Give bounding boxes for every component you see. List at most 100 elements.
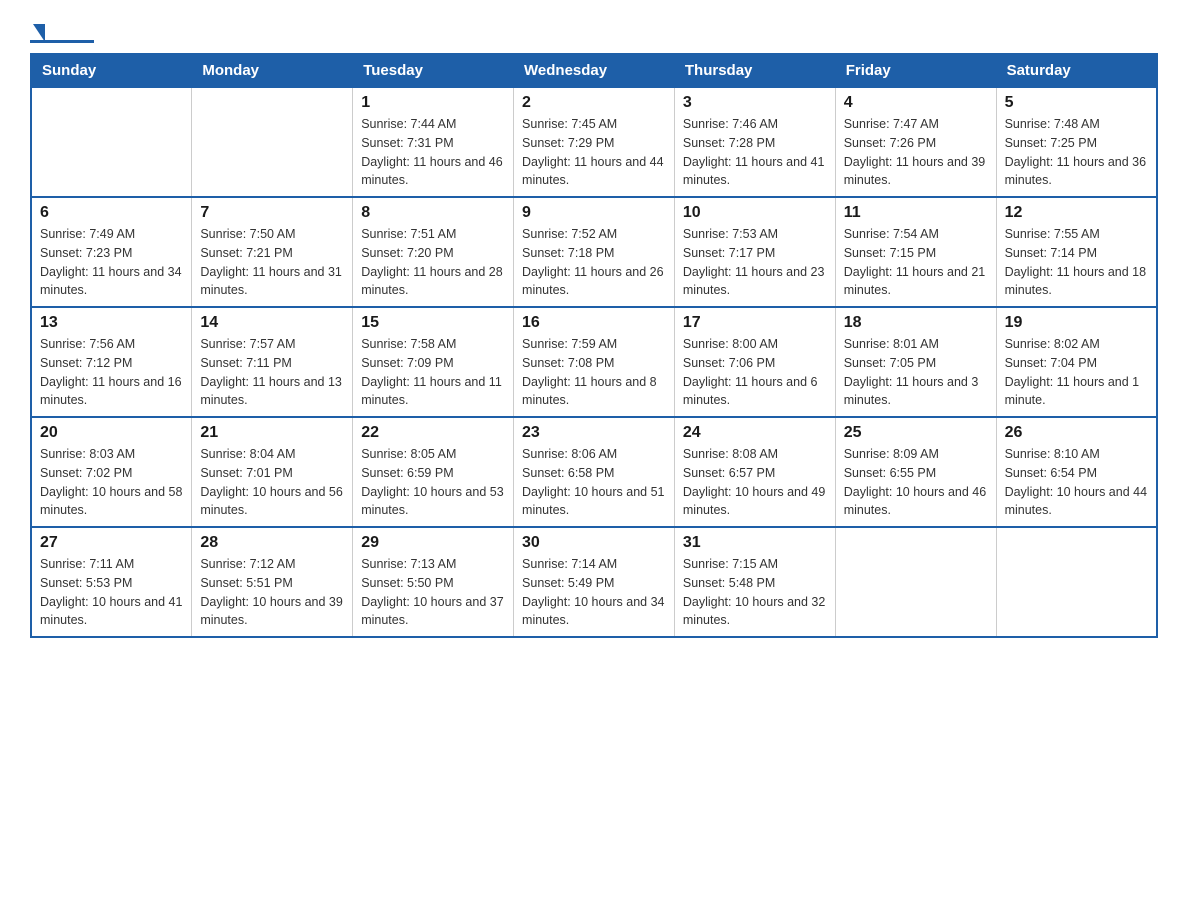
calendar-cell: 24 Sunrise: 8:08 AMSunset: 6:57 PMDayligh… <box>674 417 835 527</box>
day-info: Sunrise: 7:14 AMSunset: 5:49 PMDaylight:… <box>522 555 666 630</box>
day-number: 21 <box>200 424 344 442</box>
day-info: Sunrise: 7:57 AMSunset: 7:11 PMDaylight:… <box>200 335 344 410</box>
day-info: Sunrise: 7:44 AMSunset: 7:31 PMDaylight:… <box>361 115 505 190</box>
day-info: Sunrise: 7:55 AMSunset: 7:14 PMDaylight:… <box>1005 225 1148 300</box>
day-number: 25 <box>844 424 988 442</box>
day-info: Sunrise: 7:49 AMSunset: 7:23 PMDaylight:… <box>40 225 183 300</box>
logo <box>30 20 94 43</box>
day-info: Sunrise: 8:03 AMSunset: 7:02 PMDaylight:… <box>40 445 183 520</box>
day-info: Sunrise: 8:08 AMSunset: 6:57 PMDaylight:… <box>683 445 827 520</box>
day-info: Sunrise: 7:15 AMSunset: 5:48 PMDaylight:… <box>683 555 827 630</box>
calendar-cell: 10 Sunrise: 7:53 AMSunset: 7:17 PMDayligh… <box>674 197 835 307</box>
day-number: 3 <box>683 94 827 112</box>
calendar-cell: 11 Sunrise: 7:54 AMSunset: 7:15 PMDayligh… <box>835 197 996 307</box>
calendar-cell: 29 Sunrise: 7:13 AMSunset: 5:50 PMDayligh… <box>353 527 514 637</box>
day-info: Sunrise: 8:05 AMSunset: 6:59 PMDaylight:… <box>361 445 505 520</box>
day-info: Sunrise: 7:59 AMSunset: 7:08 PMDaylight:… <box>522 335 666 410</box>
page-header <box>30 20 1158 43</box>
day-info: Sunrise: 8:00 AMSunset: 7:06 PMDaylight:… <box>683 335 827 410</box>
calendar-cell: 30 Sunrise: 7:14 AMSunset: 5:49 PMDayligh… <box>514 527 675 637</box>
day-info: Sunrise: 7:54 AMSunset: 7:15 PMDaylight:… <box>844 225 988 300</box>
calendar-cell: 27 Sunrise: 7:11 AMSunset: 5:53 PMDayligh… <box>31 527 192 637</box>
calendar-header-thursday: Thursday <box>674 54 835 88</box>
calendar-cell: 9 Sunrise: 7:52 AMSunset: 7:18 PMDaylight… <box>514 197 675 307</box>
day-number: 29 <box>361 534 505 552</box>
calendar-week-row: 13 Sunrise: 7:56 AMSunset: 7:12 PMDayligh… <box>31 307 1157 417</box>
day-number: 17 <box>683 314 827 332</box>
calendar-cell: 4 Sunrise: 7:47 AMSunset: 7:26 PMDaylight… <box>835 88 996 198</box>
day-number: 16 <box>522 314 666 332</box>
day-info: Sunrise: 7:11 AMSunset: 5:53 PMDaylight:… <box>40 555 183 630</box>
day-info: Sunrise: 7:51 AMSunset: 7:20 PMDaylight:… <box>361 225 505 300</box>
calendar-week-row: 20 Sunrise: 8:03 AMSunset: 7:02 PMDayligh… <box>31 417 1157 527</box>
calendar-cell: 16 Sunrise: 7:59 AMSunset: 7:08 PMDayligh… <box>514 307 675 417</box>
day-number: 26 <box>1005 424 1148 442</box>
calendar-cell: 23Sunrise: 8:06 AMSunset: 6:58 PMDayligh… <box>514 417 675 527</box>
calendar-cell: 13 Sunrise: 7:56 AMSunset: 7:12 PMDayligh… <box>31 307 192 417</box>
day-number: 6 <box>40 204 183 222</box>
day-number: 24 <box>683 424 827 442</box>
calendar-cell: 26 Sunrise: 8:10 AMSunset: 6:54 PMDayligh… <box>996 417 1157 527</box>
day-number: 12 <box>1005 204 1148 222</box>
calendar-cell <box>31 88 192 198</box>
day-number: 4 <box>844 94 988 112</box>
calendar-header-wednesday: Wednesday <box>514 54 675 88</box>
calendar-cell: 17 Sunrise: 8:00 AMSunset: 7:06 PMDayligh… <box>674 307 835 417</box>
day-number: 30 <box>522 534 666 552</box>
day-info: Sunrise: 8:09 AMSunset: 6:55 PMDaylight:… <box>844 445 988 520</box>
day-number: 1 <box>361 94 505 112</box>
day-info: Sunrise: 7:13 AMSunset: 5:50 PMDaylight:… <box>361 555 505 630</box>
day-info: Sunrise: 8:10 AMSunset: 6:54 PMDaylight:… <box>1005 445 1148 520</box>
calendar-cell: 8 Sunrise: 7:51 AMSunset: 7:20 PMDaylight… <box>353 197 514 307</box>
day-number: 8 <box>361 204 505 222</box>
day-info: Sunrise: 7:58 AMSunset: 7:09 PMDaylight:… <box>361 335 505 410</box>
day-number: 10 <box>683 204 827 222</box>
day-number: 31 <box>683 534 827 552</box>
calendar-week-row: 27 Sunrise: 7:11 AMSunset: 5:53 PMDayligh… <box>31 527 1157 637</box>
day-number: 11 <box>844 204 988 222</box>
day-info: Sunrise: 8:01 AMSunset: 7:05 PMDaylight:… <box>844 335 988 410</box>
calendar-cell: 31 Sunrise: 7:15 AMSunset: 5:48 PMDayligh… <box>674 527 835 637</box>
calendar-cell: 3 Sunrise: 7:46 AMSunset: 7:28 PMDaylight… <box>674 88 835 198</box>
day-info: Sunrise: 7:47 AMSunset: 7:26 PMDaylight:… <box>844 115 988 190</box>
day-number: 7 <box>200 204 344 222</box>
day-number: 5 <box>1005 94 1148 112</box>
day-info: Sunrise: 7:48 AMSunset: 7:25 PMDaylight:… <box>1005 115 1148 190</box>
calendar-cell: 2Sunrise: 7:45 AMSunset: 7:29 PMDaylight… <box>514 88 675 198</box>
day-number: 20 <box>40 424 183 442</box>
day-number: 15 <box>361 314 505 332</box>
day-info: Sunrise: 7:56 AMSunset: 7:12 PMDaylight:… <box>40 335 183 410</box>
calendar-cell: 7 Sunrise: 7:50 AMSunset: 7:21 PMDaylight… <box>192 197 353 307</box>
calendar-header-tuesday: Tuesday <box>353 54 514 88</box>
calendar-cell <box>192 88 353 198</box>
calendar-cell: 22Sunrise: 8:05 AMSunset: 6:59 PMDayligh… <box>353 417 514 527</box>
calendar-table: SundayMondayTuesdayWednesdayThursdayFrid… <box>30 53 1158 638</box>
day-info: Sunrise: 7:46 AMSunset: 7:28 PMDaylight:… <box>683 115 827 190</box>
day-info: Sunrise: 7:45 AMSunset: 7:29 PMDaylight:… <box>522 115 666 190</box>
calendar-cell: 18Sunrise: 8:01 AMSunset: 7:05 PMDayligh… <box>835 307 996 417</box>
calendar-cell: 12 Sunrise: 7:55 AMSunset: 7:14 PMDayligh… <box>996 197 1157 307</box>
calendar-header-monday: Monday <box>192 54 353 88</box>
day-number: 27 <box>40 534 183 552</box>
calendar-cell: 25 Sunrise: 8:09 AMSunset: 6:55 PMDayligh… <box>835 417 996 527</box>
calendar-cell: 1 Sunrise: 7:44 AMSunset: 7:31 PMDaylight… <box>353 88 514 198</box>
day-info: Sunrise: 7:50 AMSunset: 7:21 PMDaylight:… <box>200 225 344 300</box>
calendar-week-row: 6 Sunrise: 7:49 AMSunset: 7:23 PMDaylight… <box>31 197 1157 307</box>
day-info: Sunrise: 8:02 AMSunset: 7:04 PMDaylight:… <box>1005 335 1148 410</box>
calendar-cell <box>835 527 996 637</box>
day-info: Sunrise: 7:53 AMSunset: 7:17 PMDaylight:… <box>683 225 827 300</box>
calendar-cell: 28Sunrise: 7:12 AMSunset: 5:51 PMDayligh… <box>192 527 353 637</box>
day-info: Sunrise: 8:04 AMSunset: 7:01 PMDaylight:… <box>200 445 344 520</box>
day-number: 14 <box>200 314 344 332</box>
calendar-cell: 19Sunrise: 8:02 AMSunset: 7:04 PMDayligh… <box>996 307 1157 417</box>
calendar-cell <box>996 527 1157 637</box>
day-number: 9 <box>522 204 666 222</box>
calendar-header-row: SundayMondayTuesdayWednesdayThursdayFrid… <box>31 54 1157 88</box>
day-info: Sunrise: 8:06 AMSunset: 6:58 PMDaylight:… <box>522 445 666 520</box>
logo-underline <box>30 40 94 43</box>
day-number: 28 <box>200 534 344 552</box>
calendar-week-row: 1 Sunrise: 7:44 AMSunset: 7:31 PMDaylight… <box>31 88 1157 198</box>
day-info: Sunrise: 7:52 AMSunset: 7:18 PMDaylight:… <box>522 225 666 300</box>
day-number: 13 <box>40 314 183 332</box>
calendar-cell: 15 Sunrise: 7:58 AMSunset: 7:09 PMDayligh… <box>353 307 514 417</box>
